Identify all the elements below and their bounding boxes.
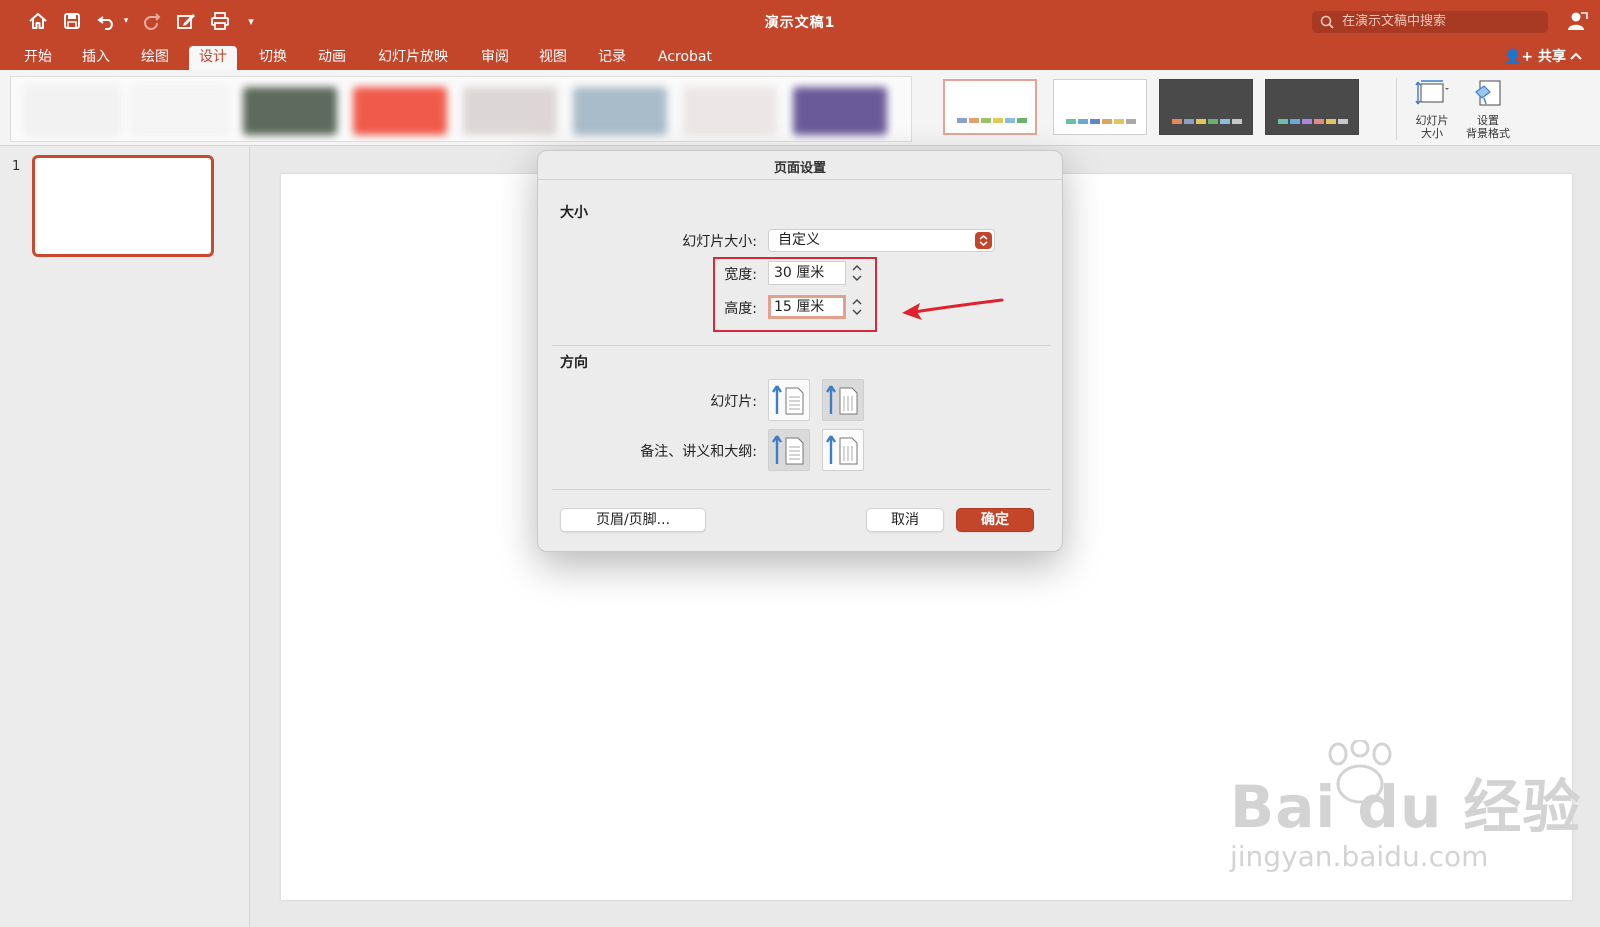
slides-landscape-button[interactable] <box>822 379 864 421</box>
baidu-watermark: Bai du 经验 jingyan.baidu.com <box>1230 740 1581 873</box>
theme-gallery[interactable] <box>10 76 912 142</box>
cancel-button[interactable]: 取消 <box>866 508 944 532</box>
ok-button[interactable]: 确定 <box>956 508 1034 532</box>
slides-orientation-label: 幻灯片: <box>710 394 757 410</box>
notes-orientation-label: 备注、讲义和大纲: <box>640 444 757 460</box>
account-icon[interactable] <box>1566 10 1588 32</box>
slide-size-button[interactable]: 幻灯片 大小 <box>1402 78 1462 144</box>
ribbon-separator <box>1396 78 1397 140</box>
tab-animations[interactable]: 动画 <box>308 46 356 70</box>
theme-thumbnail[interactable] <box>243 87 337 135</box>
search-icon <box>1320 15 1334 29</box>
variant-1[interactable] <box>943 79 1037 135</box>
search-input[interactable]: 在演示文稿中搜索 <box>1312 11 1548 33</box>
slide-size-label: 幻灯片 大小 <box>1415 114 1449 140</box>
tab-design[interactable]: 设计 <box>189 46 237 70</box>
format-background-button[interactable]: 设置 背景格式 <box>1458 78 1518 144</box>
format-background-label: 设置 背景格式 <box>1466 114 1510 140</box>
variant-swatches <box>957 118 1027 123</box>
slides-portrait-button[interactable] <box>768 379 810 421</box>
collapse-ribbon-icon[interactable] <box>1568 48 1584 64</box>
tab-view[interactable]: 视图 <box>529 46 577 70</box>
variant-2[interactable] <box>1053 79 1147 135</box>
ribbon-tab-bar: 开始 插入 绘图 设计 切换 动画 幻灯片放映 审阅 视图 记录 Acrobat… <box>0 42 1600 70</box>
annotation-highlight-box <box>713 257 877 332</box>
section-divider <box>552 345 1050 346</box>
paw-icon <box>1328 740 1392 804</box>
search-placeholder: 在演示文稿中搜索 <box>1342 14 1447 29</box>
notes-portrait-button[interactable] <box>768 429 810 471</box>
tab-home[interactable]: 开始 <box>14 46 62 70</box>
theme-thumbnail[interactable] <box>573 87 667 135</box>
theme-thumbnail[interactable] <box>793 87 887 135</box>
orientation-section-title: 方向 <box>560 355 588 371</box>
dialog-title: 页面设置 <box>773 161 826 176</box>
watermark-url: jingyan.baidu.com <box>1230 840 1489 873</box>
share-label: 共享 <box>1538 49 1567 65</box>
tab-transitions[interactable]: 切换 <box>249 46 297 70</box>
landscape-orientation-icon <box>826 435 858 465</box>
variant-3[interactable] <box>1159 79 1253 135</box>
variant-swatches <box>1172 119 1242 124</box>
slide-thumbnail-panel: 1 <box>0 147 250 927</box>
portrait-orientation-icon <box>772 385 804 415</box>
annotation-arrow-icon <box>902 298 1004 320</box>
tab-insert[interactable]: 插入 <box>72 46 120 70</box>
tab-slideshow[interactable]: 幻灯片放映 <box>368 46 458 70</box>
theme-thumbnail[interactable] <box>25 87 119 135</box>
section-divider <box>552 489 1050 490</box>
variant-swatches <box>1278 119 1348 124</box>
slide-size-label: 幻灯片大小: <box>682 234 757 250</box>
theme-thumbnail[interactable] <box>683 87 777 135</box>
page-setup-dialog: 页面设置 大小 幻灯片大小: 自定义 宽度: 30 厘米 高度: 15 厘米 方… <box>537 150 1063 552</box>
ribbon: 幻灯片 大小 设置 背景格式 <box>0 70 1600 146</box>
slide-size-icon <box>1415 80 1449 105</box>
size-section-title: 大小 <box>560 205 588 221</box>
variant-4[interactable] <box>1265 79 1359 135</box>
tab-draw[interactable]: 绘图 <box>131 46 179 70</box>
slide-size-value: 自定义 <box>778 232 820 248</box>
variant-swatches <box>1066 119 1136 124</box>
portrait-orientation-icon <box>772 435 804 465</box>
theme-thumbnail[interactable] <box>353 87 447 135</box>
tab-record[interactable]: 记录 <box>588 46 636 70</box>
landscape-orientation-icon <box>826 385 858 415</box>
select-arrows-icon <box>975 232 992 249</box>
slide-thumbnail-1[interactable] <box>32 155 214 257</box>
slide-number: 1 <box>12 159 21 174</box>
share-button[interactable]: 👤+ 共享 <box>1504 46 1566 68</box>
notes-landscape-button[interactable] <box>822 429 864 471</box>
theme-thumbnail[interactable] <box>133 87 227 135</box>
header-footer-button[interactable]: 页眉/页脚... <box>560 508 706 532</box>
title-bar: ▾ ▾ 演示文稿1 在演示文稿中搜索 <box>0 0 1600 42</box>
add-person-icon: 👤+ <box>1504 49 1539 65</box>
format-background-icon <box>1475 80 1501 106</box>
tab-acrobat[interactable]: Acrobat <box>648 46 722 70</box>
dialog-title-divider <box>538 179 1062 180</box>
theme-thumbnail[interactable] <box>463 87 557 135</box>
tab-review[interactable]: 审阅 <box>471 46 519 70</box>
slide-size-select[interactable]: 自定义 <box>768 229 995 252</box>
